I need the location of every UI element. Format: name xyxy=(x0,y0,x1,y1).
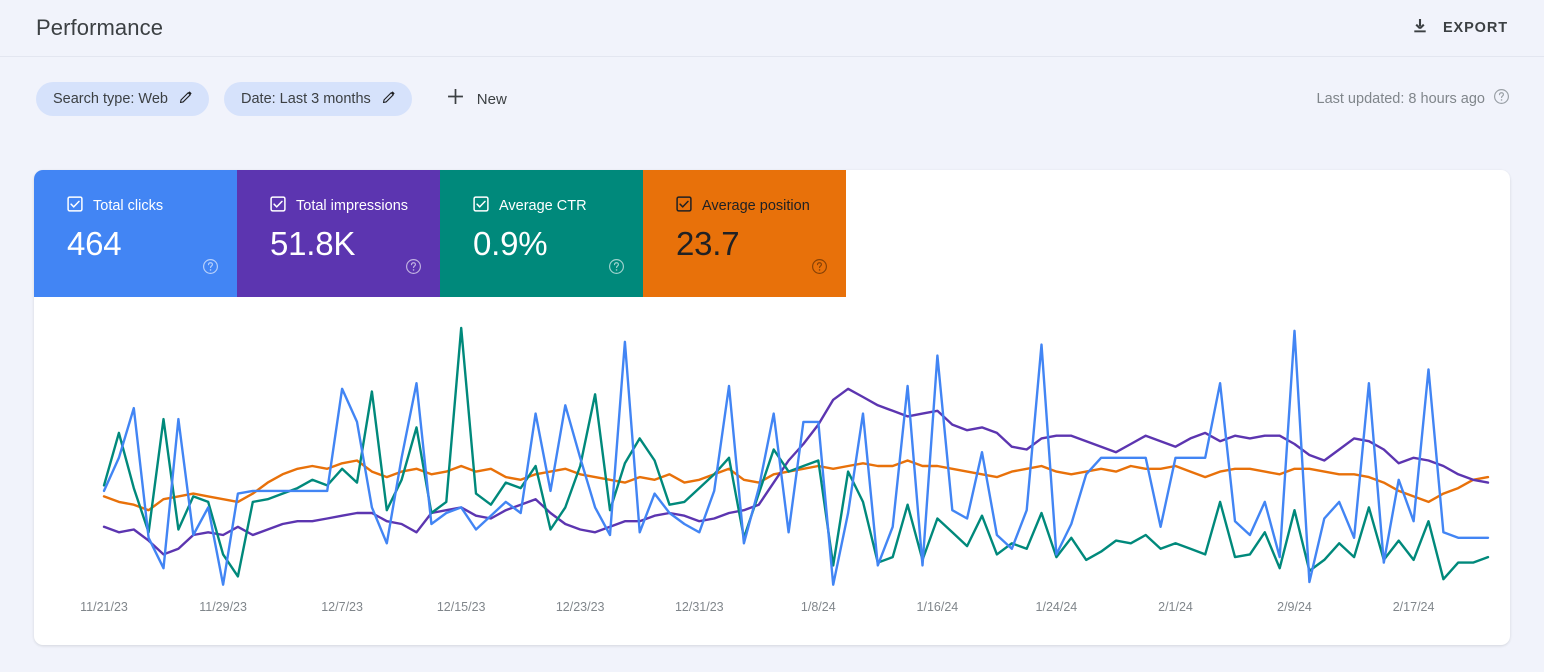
metric-value: 464 xyxy=(67,225,122,262)
metric-tile-average-position[interactable]: Average position 23.7 xyxy=(643,170,846,297)
performance-page: Performance EXPORT Search type: Web Date… xyxy=(0,0,1544,672)
last-updated: Last updated: 8 hours ago xyxy=(1317,88,1511,110)
metric-tile-row: Total clicks 464 Total impressions 51.8K Ave… xyxy=(34,170,846,297)
metric-label: Total clicks xyxy=(93,198,164,215)
plus-icon xyxy=(445,86,466,112)
add-new-filter-button[interactable]: New xyxy=(443,82,509,116)
help-circle-icon[interactable] xyxy=(811,258,828,280)
download-icon xyxy=(1410,16,1430,41)
metric-header: Total impressions xyxy=(270,196,440,217)
x-axis-tick-label: 12/15/23 xyxy=(436,600,486,614)
metric-label: Total impressions xyxy=(296,198,409,215)
x-axis-tick-label: 2/1/24 xyxy=(1158,600,1193,614)
filter-chip-date-label: Date: Last 3 months xyxy=(241,90,371,107)
filter-chip-date[interactable]: Date: Last 3 months xyxy=(224,82,412,116)
filter-bar: Search type: Web Date: Last 3 months New… xyxy=(0,57,1544,141)
export-label: EXPORT xyxy=(1442,20,1508,36)
export-button[interactable]: EXPORT xyxy=(1408,12,1510,45)
x-axis-tick-label: 11/21/23 xyxy=(80,600,128,614)
help-circle-icon[interactable] xyxy=(1493,88,1510,110)
filter-chip-list: Search type: Web Date: Last 3 months xyxy=(36,82,412,116)
metric-tile-total-clicks[interactable]: Total clicks 464 xyxy=(34,170,237,297)
x-axis-tick-label: 1/16/24 xyxy=(916,600,959,614)
pencil-icon xyxy=(179,89,194,109)
add-new-filter-label: New xyxy=(476,90,507,108)
x-axis-tick-label: 11/29/23 xyxy=(199,600,247,614)
performance-chart: 11/21/23 11/29/23 12/7/23 12/15/23 12/23/23 1… xyxy=(34,297,1510,645)
x-axis-tick-label: 1/8/24 xyxy=(800,600,836,614)
metric-value: 0.9% xyxy=(473,225,548,262)
x-axis-tick-label: 2/9/24 xyxy=(1277,600,1312,614)
x-axis-tick-label: 12/31/23 xyxy=(674,600,724,614)
x-axis-tick-label: 12/7/23 xyxy=(321,600,363,614)
metric-value: 23.7 xyxy=(676,225,740,262)
metric-tile-average-ctr[interactable]: Average CTR 0.9% xyxy=(440,170,643,297)
checkbox-checked-icon[interactable] xyxy=(67,196,83,217)
x-axis-tick-label: 1/24/24 xyxy=(1035,600,1078,614)
chart-x-axis: 11/21/23 11/29/23 12/7/23 12/15/23 12/23/23 1… xyxy=(34,601,1510,619)
x-axis-tick-label: 2/17/24 xyxy=(1392,600,1435,614)
page-header: Performance EXPORT xyxy=(0,0,1544,57)
help-circle-icon[interactable] xyxy=(608,258,625,280)
checkbox-checked-icon[interactable] xyxy=(473,196,489,217)
performance-card: Total clicks 464 Total impressions 51.8K Ave… xyxy=(34,170,1510,645)
checkbox-checked-icon[interactable] xyxy=(676,196,692,217)
filter-chip-search-type[interactable]: Search type: Web xyxy=(36,82,209,116)
metric-header: Average position xyxy=(676,196,846,217)
pencil-icon xyxy=(382,89,397,109)
metric-header: Total clicks xyxy=(67,196,237,217)
filter-chip-search-type-label: Search type: Web xyxy=(53,90,168,107)
metric-value: 51.8K xyxy=(270,225,356,262)
x-axis-tick-label: 12/23/23 xyxy=(555,600,605,614)
metric-label: Average position xyxy=(702,198,810,215)
help-circle-icon[interactable] xyxy=(202,258,219,280)
chart-lines-svg xyxy=(34,297,1510,607)
checkbox-checked-icon[interactable] xyxy=(270,196,286,217)
metric-tile-total-impressions[interactable]: Total impressions 51.8K xyxy=(237,170,440,297)
last-updated-text: Last updated: 8 hours ago xyxy=(1316,90,1486,107)
metric-header: Average CTR xyxy=(473,196,643,217)
help-circle-icon[interactable] xyxy=(405,258,422,280)
chart-series-total-clicks xyxy=(104,331,1488,585)
metric-label: Average CTR xyxy=(499,198,587,215)
page-title: Performance xyxy=(36,15,164,40)
